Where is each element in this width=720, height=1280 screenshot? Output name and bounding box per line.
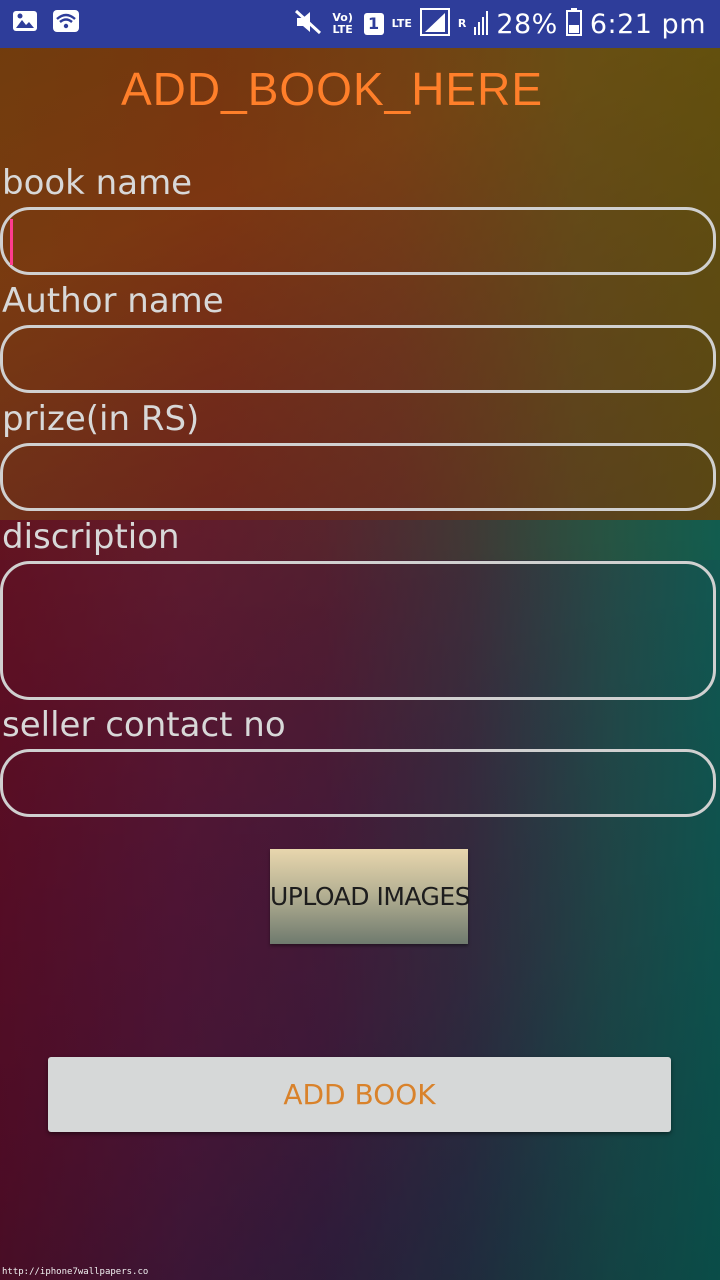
status-time: 6:21 pm [589,8,706,40]
add-book-screen: Vo) LTE 1 LTE R 28% 6:21 pm ADD_BOOK_HER… [0,0,720,1280]
battery-percent: 28% [496,8,558,40]
seller-contact-label: seller contact no [2,705,286,745]
text-cursor [10,219,13,265]
mute-icon [294,9,322,39]
battery-icon [565,8,582,40]
lte-icon: LTE [391,17,412,30]
status-bar-right: Vo) LTE 1 LTE R 28% 6:21 pm [294,6,706,42]
add-book-button[interactable]: ADD BOOK [48,1057,671,1132]
page-title: ADD_BOOK_HERE [121,63,544,115]
prize-input[interactable] [0,443,716,511]
prize-label: prize(in RS) [2,399,200,439]
upload-images-button[interactable]: UPLOAD IMAGES [270,849,471,944]
status-bar: Vo) LTE 1 LTE R 28% 6:21 pm [0,0,720,48]
book-name-input[interactable] [0,207,716,275]
seller-contact-input[interactable] [0,749,716,817]
roaming-signal-icon [474,9,489,39]
signal-icon [419,8,450,40]
description-label: discription [2,517,180,557]
wifi-icon [52,9,80,37]
sim-icon: 1 [363,13,384,35]
description-textarea[interactable] [0,561,716,700]
volte-icon: Vo) LTE [332,11,353,36]
gallery-icon [12,9,38,37]
status-bar-left [12,9,80,37]
book-name-label: book name [2,163,193,203]
wallpaper-watermark: http://iphone7wallpapers.co [2,1267,149,1277]
author-name-input[interactable] [0,325,716,393]
author-name-label: Author name [2,281,224,321]
roaming-indicator: R [457,17,467,30]
